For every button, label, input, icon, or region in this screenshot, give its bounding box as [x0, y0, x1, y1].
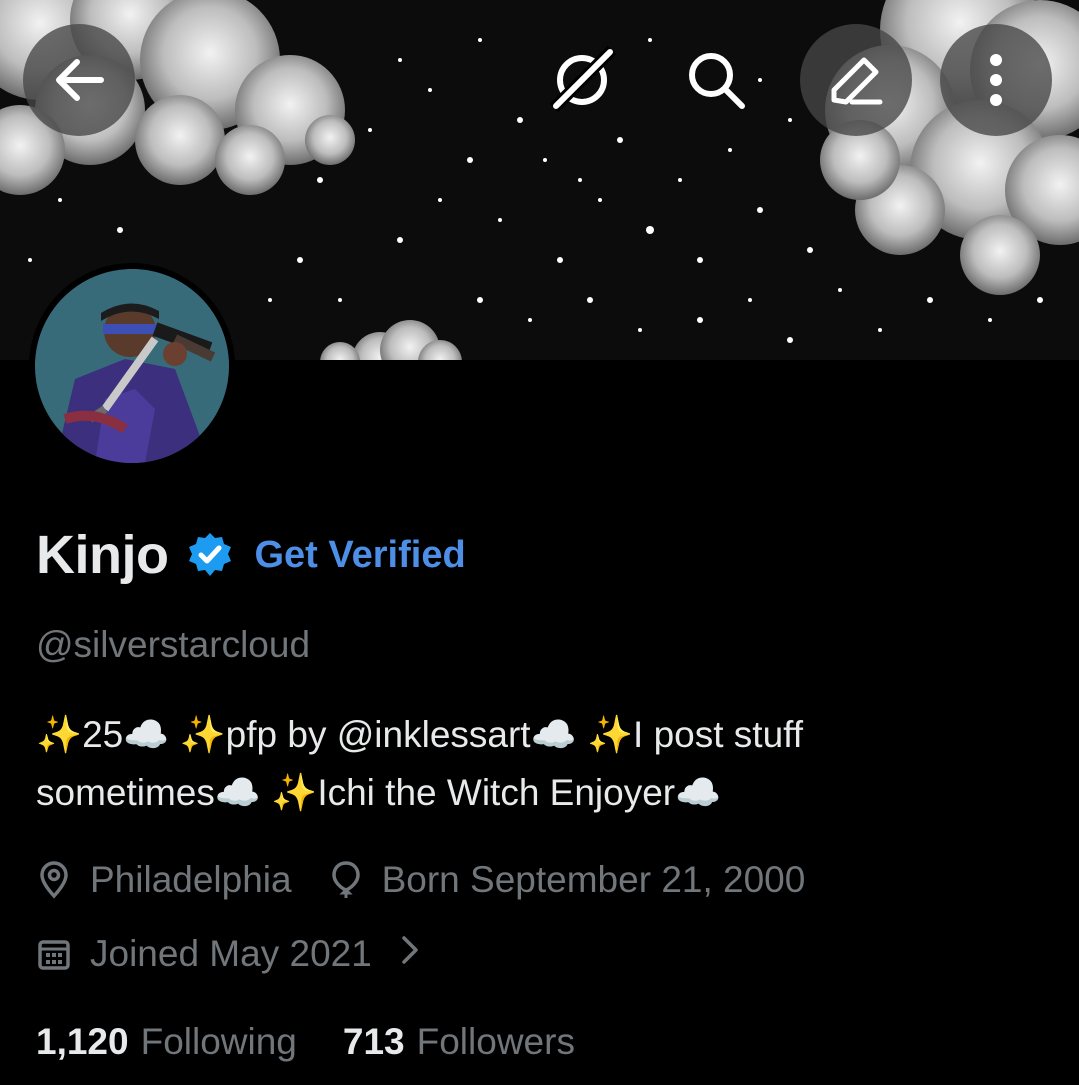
followers-label: Followers	[416, 1021, 575, 1062]
profile-location: Philadelphia	[90, 859, 292, 900]
bio-text: I post stuff	[633, 714, 804, 755]
profile-meta-row: Philadelphia Born September 21, 2000	[36, 852, 805, 908]
profile-joined: Joined May 2021	[90, 933, 372, 974]
arrow-left-icon	[56, 59, 104, 101]
bio-text	[169, 714, 179, 755]
sparkles-emoji: ✨	[586, 714, 634, 755]
edit-profile-button[interactable]	[800, 24, 912, 136]
balloon-icon	[328, 860, 364, 900]
following-label: Following	[140, 1021, 297, 1062]
cloud-emoji: ☁️	[530, 714, 577, 755]
cloud-emoji: ☁️	[214, 772, 261, 813]
search-icon	[689, 53, 745, 109]
location-pin-icon	[36, 860, 72, 900]
back-button[interactable]	[23, 24, 135, 136]
grok-button[interactable]	[526, 24, 638, 136]
sparkles-emoji: ✨	[36, 714, 83, 755]
search-button[interactable]	[660, 24, 772, 136]
following-link[interactable]: 1,120 Following	[36, 1021, 297, 1063]
cloud-emoji: ☁️	[123, 714, 170, 755]
sparkles-emoji: ✨	[271, 772, 318, 813]
bio-text	[577, 714, 587, 755]
get-verified-link[interactable]: Get Verified	[254, 534, 465, 577]
grok-icon	[549, 45, 617, 113]
edit-icon	[831, 57, 883, 105]
bio-line-1: ✨25☁️ ✨pfp by @inklessart☁️ ✨I post stuf…	[36, 706, 1036, 764]
verified-badge-icon[interactable]	[186, 530, 236, 580]
bio-text: Ichi the Witch Enjoyer	[317, 772, 676, 813]
chevron-right-icon[interactable]	[400, 933, 420, 975]
bio-text: 25	[82, 714, 124, 755]
more-options-button[interactable]	[940, 24, 1052, 136]
calendar-icon	[36, 934, 72, 974]
profile-birthday: Born September 21, 2000	[381, 859, 806, 900]
more-vertical-icon	[990, 54, 1002, 106]
display-name: Kinjo	[36, 525, 169, 585]
avatar[interactable]	[29, 263, 235, 469]
followers-count: 713	[342, 1021, 405, 1062]
profile-joined-row[interactable]: Joined May 2021	[36, 926, 420, 982]
avatar-illustration	[35, 269, 229, 463]
profile-stats: 1,120 Following 713 Followers	[36, 1014, 575, 1070]
bio-line-2: sometimes☁️ ✨Ichi the Witch Enjoyer☁️	[36, 764, 1036, 822]
bio-text	[261, 772, 271, 813]
bio-text: pfp by @inklessart	[225, 714, 531, 755]
following-count: 1,120	[36, 1021, 129, 1062]
bio-text: sometimes	[36, 772, 215, 813]
cloud-emoji: ☁️	[675, 772, 722, 813]
followers-link[interactable]: 713 Followers	[343, 1021, 575, 1063]
sparkles-emoji: ✨	[179, 714, 226, 755]
profile-name-row: Kinjo Get Verified	[36, 520, 466, 590]
profile-bio: ✨25☁️ ✨pfp by @inklessart☁️ ✨I post stuf…	[36, 706, 1036, 822]
profile-handle: @silverstarcloud	[36, 624, 311, 665]
